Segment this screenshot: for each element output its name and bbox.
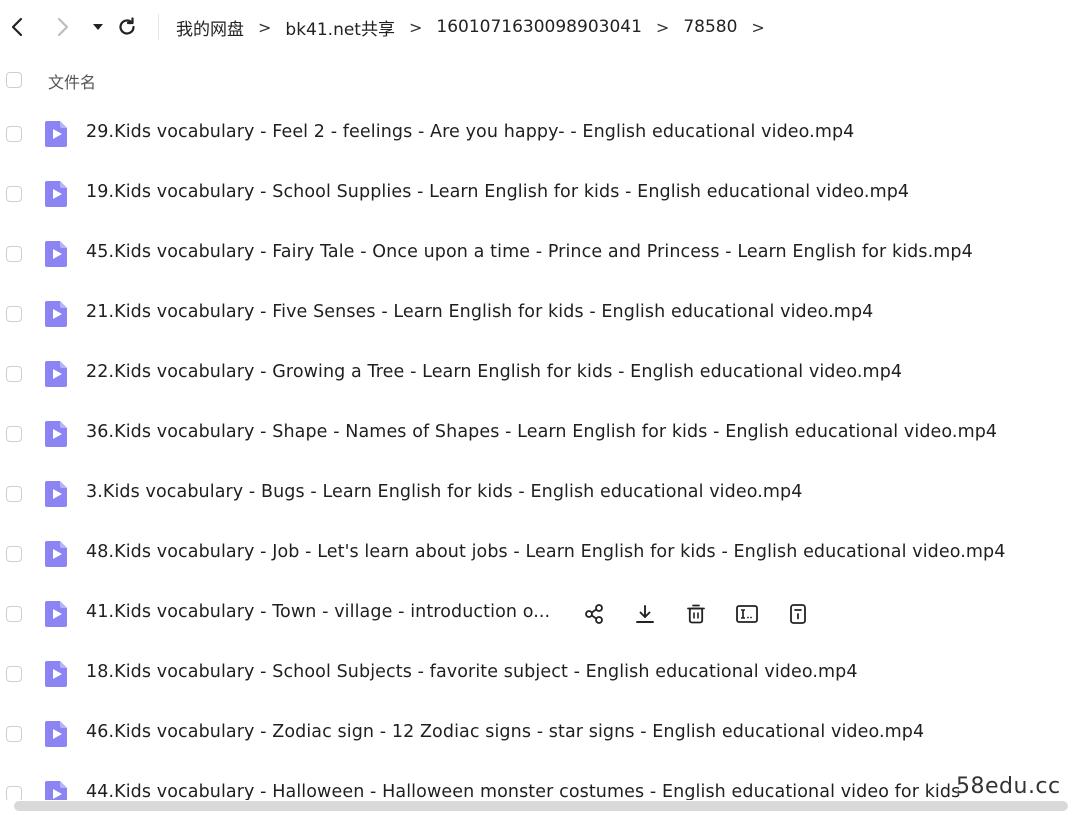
- row-checkbox[interactable]: [6, 126, 22, 142]
- refresh-button[interactable]: [114, 14, 140, 40]
- file-name[interactable]: 45.Kids vocabulary - Fairy Tale - Once u…: [86, 242, 973, 262]
- details-icon: [788, 603, 808, 625]
- row-checkbox[interactable]: [6, 786, 22, 800]
- row-actions: [580, 601, 835, 627]
- video-file-icon: [44, 540, 68, 568]
- delete-button[interactable]: [682, 601, 710, 627]
- breadcrumb: 我的网盘 > bk41.net共享 > 1601071630098903041 …: [176, 15, 779, 40]
- share-icon: [583, 603, 605, 625]
- refresh-icon: [119, 17, 135, 35]
- caret-down-icon: [93, 24, 103, 30]
- delete-icon: [685, 603, 707, 625]
- row-checkbox[interactable]: [6, 426, 22, 442]
- share-button[interactable]: [580, 601, 608, 627]
- file-name[interactable]: 18.Kids vocabulary - School Subjects - f…: [86, 662, 858, 682]
- file-name[interactable]: 21.Kids vocabulary - Five Senses - Learn…: [86, 302, 873, 322]
- chevron-right-icon: [57, 17, 69, 37]
- file-name[interactable]: 29.Kids vocabulary - Feel 2 - feelings -…: [86, 122, 854, 142]
- file-name[interactable]: 22.Kids vocabulary - Growing a Tree - Le…: [86, 362, 902, 382]
- download-icon: [634, 603, 656, 625]
- row-checkbox[interactable]: [6, 666, 22, 682]
- file-row[interactable]: 48.Kids vocabulary - Job - Let's learn a…: [0, 524, 1073, 584]
- file-row[interactable]: 19.Kids vocabulary - School Supplies - L…: [0, 164, 1073, 224]
- file-name[interactable]: 3.Kids vocabulary - Bugs - Learn English…: [86, 482, 802, 502]
- nav-divider: [158, 14, 159, 40]
- video-file-icon: [44, 300, 68, 328]
- video-file-icon: [44, 120, 68, 148]
- file-list-header: 文件名: [0, 62, 1073, 98]
- video-file-icon: [44, 600, 68, 628]
- file-row[interactable]: 18.Kids vocabulary - School Subjects - f…: [0, 644, 1073, 704]
- file-list: 29.Kids vocabulary - Feel 2 - feelings -…: [0, 104, 1073, 800]
- breadcrumb-separator: >: [655, 17, 670, 37]
- select-all-checkbox[interactable]: [6, 72, 22, 88]
- file-row[interactable]: 45.Kids vocabulary - Fairy Tale - Once u…: [0, 224, 1073, 284]
- history-dropdown-button[interactable]: [85, 14, 111, 40]
- breadcrumb-item-current[interactable]: 78580: [683, 17, 737, 37]
- video-file-icon: [44, 480, 68, 508]
- breadcrumb-separator: >: [751, 17, 765, 37]
- row-checkbox[interactable]: [6, 306, 22, 322]
- chevron-left-icon: [11, 17, 23, 37]
- rename-icon: [735, 603, 759, 625]
- file-name[interactable]: 48.Kids vocabulary - Job - Let's learn a…: [86, 542, 1006, 562]
- video-file-icon: [44, 360, 68, 388]
- breadcrumb-separator: >: [258, 17, 272, 37]
- watermark: 58edu.cc: [956, 774, 1061, 799]
- file-row[interactable]: 21.Kids vocabulary - Five Senses - Learn…: [0, 284, 1073, 344]
- download-button[interactable]: [631, 601, 659, 627]
- file-row[interactable]: 29.Kids vocabulary - Feel 2 - feelings -…: [0, 104, 1073, 164]
- video-file-icon: [44, 240, 68, 268]
- video-file-icon: [44, 660, 68, 688]
- file-row[interactable]: 36.Kids vocabulary - Shape - Names of Sh…: [0, 404, 1073, 464]
- video-file-icon: [44, 180, 68, 208]
- row-checkbox[interactable]: [6, 546, 22, 562]
- file-row[interactable]: 3.Kids vocabulary - Bugs - Learn English…: [0, 464, 1073, 524]
- back-button[interactable]: [4, 14, 30, 40]
- details-button[interactable]: [784, 601, 812, 627]
- file-row[interactable]: 22.Kids vocabulary - Growing a Tree - Le…: [0, 344, 1073, 404]
- row-checkbox[interactable]: [6, 486, 22, 502]
- video-file-icon: [44, 420, 68, 448]
- file-name[interactable]: 36.Kids vocabulary - Shape - Names of Sh…: [86, 422, 997, 442]
- breadcrumb-item-share[interactable]: bk41.net共享: [285, 15, 395, 40]
- breadcrumb-item-folder-id[interactable]: 1601071630098903041: [436, 17, 642, 37]
- file-row[interactable]: 46.Kids vocabulary - Zodiac sign - 12 Zo…: [0, 704, 1073, 764]
- horizontal-scrollbar[interactable]: [14, 801, 1068, 811]
- breadcrumb-separator: >: [408, 17, 423, 37]
- breadcrumb-item-root[interactable]: 我的网盘: [176, 15, 244, 40]
- row-checkbox[interactable]: [6, 186, 22, 202]
- file-row[interactable]: 44.Kids vocabulary - Halloween - Hallowe…: [0, 764, 1073, 800]
- column-header-filename[interactable]: 文件名: [48, 69, 96, 93]
- video-file-icon: [44, 720, 68, 748]
- row-checkbox[interactable]: [6, 726, 22, 742]
- video-file-icon: [44, 780, 68, 800]
- file-row[interactable]: 41.Kids vocabulary - Town - village - in…: [0, 584, 1073, 644]
- file-name[interactable]: 19.Kids vocabulary - School Supplies - L…: [86, 182, 909, 202]
- file-name[interactable]: 41.Kids vocabulary - Town - village - in…: [86, 602, 550, 622]
- file-name[interactable]: 46.Kids vocabulary - Zodiac sign - 12 Zo…: [86, 722, 924, 742]
- forward-button[interactable]: [50, 14, 76, 40]
- rename-button[interactable]: [733, 601, 761, 627]
- navigation-bar: 我的网盘 > bk41.net共享 > 1601071630098903041 …: [0, 0, 1073, 54]
- row-checkbox[interactable]: [6, 606, 22, 622]
- file-name[interactable]: 44.Kids vocabulary - Halloween - Hallowe…: [86, 782, 960, 800]
- row-checkbox[interactable]: [6, 246, 22, 262]
- row-checkbox[interactable]: [6, 366, 22, 382]
